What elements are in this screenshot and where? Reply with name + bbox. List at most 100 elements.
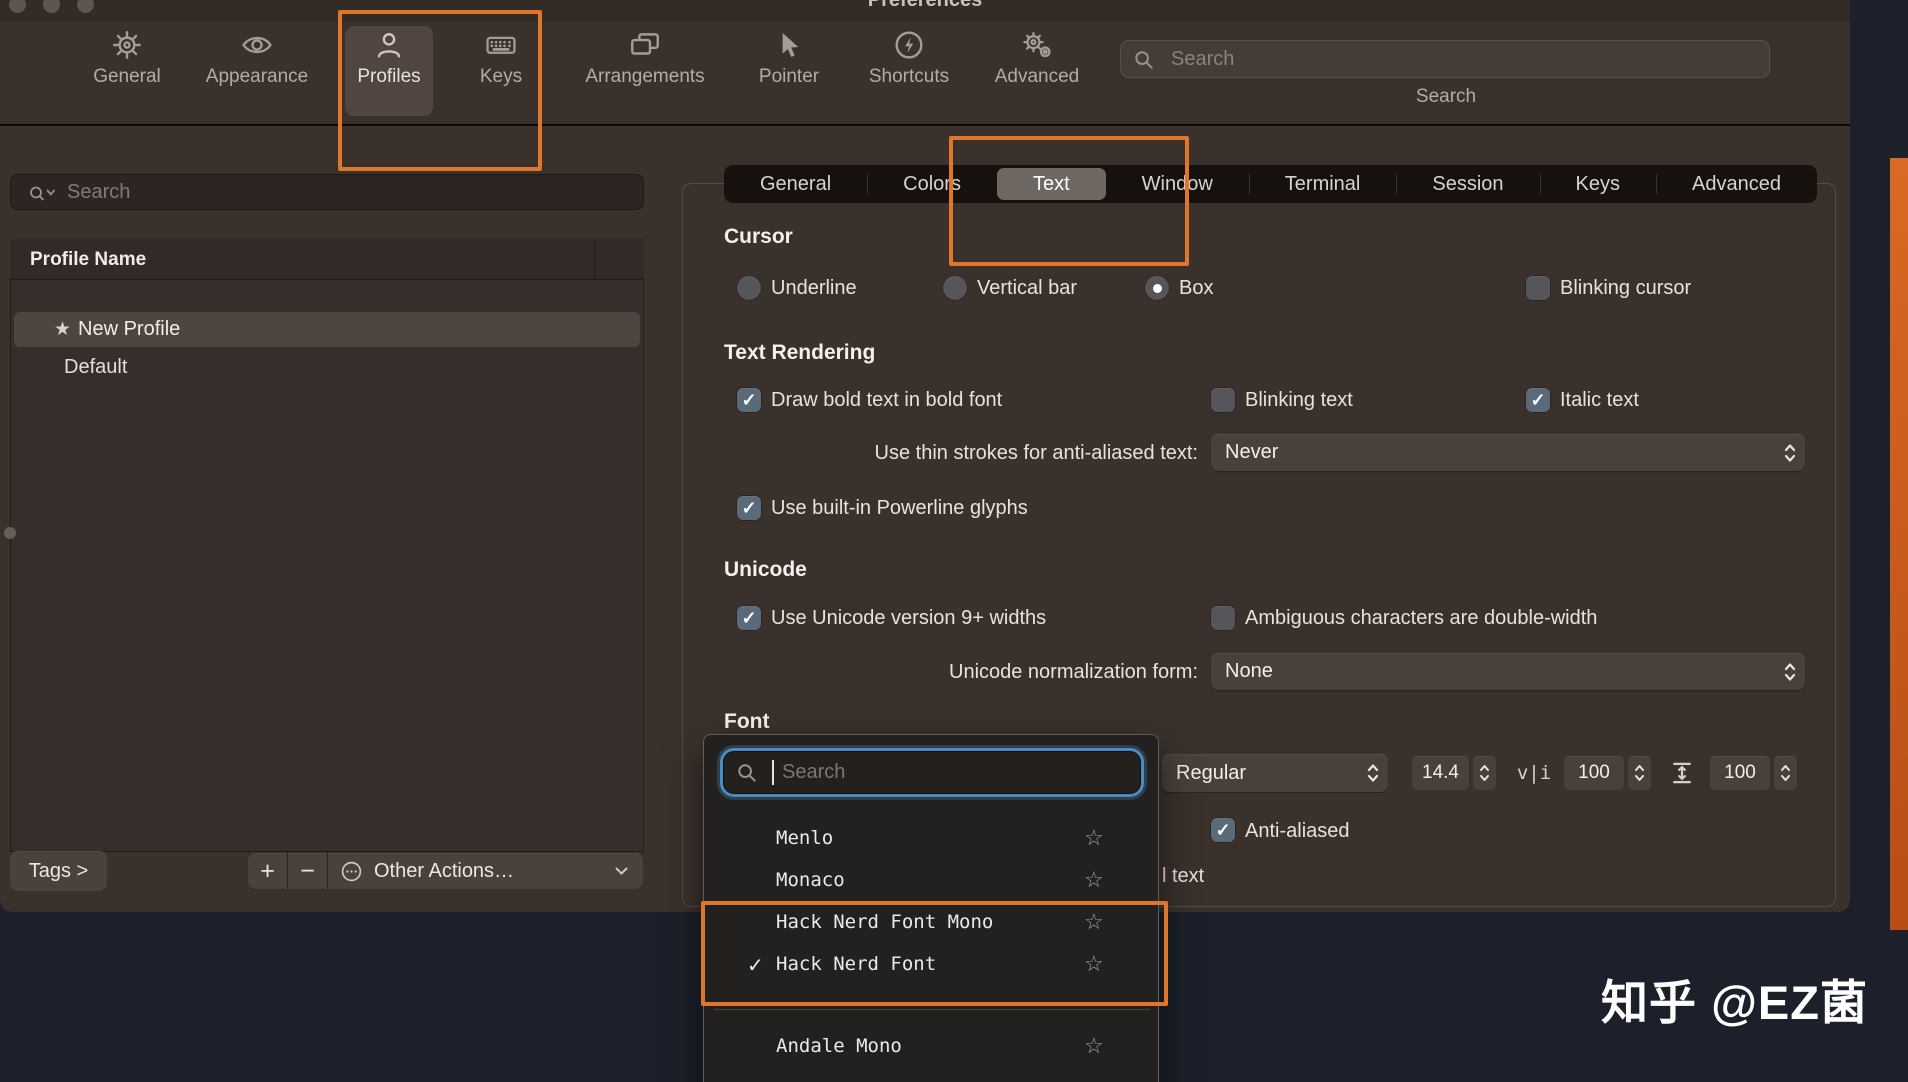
- checkbox-antialiased-label: Anti-aliased: [1245, 820, 1350, 842]
- radio-underline[interactable]: [737, 276, 761, 300]
- toolbar-item-arrangements[interactable]: Arrangements: [575, 28, 715, 88]
- checkbox-unicode9[interactable]: [737, 606, 761, 630]
- tab-advanced[interactable]: Advanced: [1655, 165, 1817, 203]
- tags-button-label: Tags >: [28, 859, 89, 882]
- tab-terminal[interactable]: Terminal: [1248, 165, 1397, 203]
- font-style-value: Regular: [1176, 761, 1247, 784]
- font-row-andale-mono[interactable]: Andale Mono ☆: [704, 1032, 1160, 1062]
- font-row-menlo[interactable]: Menlo ☆: [704, 824, 1160, 854]
- font-picker-search-input[interactable]: [724, 752, 1140, 793]
- tab-colors[interactable]: Colors: [867, 165, 997, 203]
- add-profile-button[interactable]: +: [248, 853, 287, 889]
- checkbox-blinking-text-label: Blinking text: [1245, 389, 1353, 411]
- toolbar-item-advanced[interactable]: Advanced: [967, 28, 1107, 88]
- remove-profile-button[interactable]: −: [288, 853, 327, 889]
- v-spacing-stepper[interactable]: [1774, 756, 1797, 790]
- tab-keys[interactable]: Keys: [1539, 165, 1656, 203]
- tab-text[interactable]: Text: [996, 168, 1106, 200]
- toolbar-item-label: Shortcuts: [868, 66, 950, 87]
- toolbar-item-label: Advanced: [994, 66, 1080, 87]
- checkbox-powerline[interactable]: [737, 496, 761, 520]
- sidebar-search-field[interactable]: [10, 174, 644, 210]
- checkbox-blinking-text[interactable]: [1211, 388, 1235, 412]
- gears-icon: [1023, 31, 1051, 58]
- font-row-monaco[interactable]: Monaco ☆: [704, 866, 1160, 896]
- checkbox-powerline-label: Use built-in Powerline glyphs: [771, 497, 1028, 519]
- font-heading: Font: [724, 710, 770, 733]
- ellipsis-circle-icon: [341, 861, 362, 881]
- h-spacing-value[interactable]: 100: [1564, 756, 1624, 790]
- font-style-popup[interactable]: Regular: [1162, 754, 1388, 792]
- star-icon[interactable]: ☆: [1084, 909, 1104, 935]
- star-icon[interactable]: ☆: [1084, 1033, 1104, 1059]
- other-actions-button[interactable]: Other Actions…: [328, 853, 643, 889]
- star-icon[interactable]: ☆: [1084, 951, 1104, 977]
- font-row-hack-nerd-font-mono[interactable]: Hack Nerd Font Mono ☆: [704, 908, 1160, 938]
- star-icon[interactable]: ☆: [1084, 867, 1104, 893]
- font-size-value[interactable]: 14.4: [1412, 756, 1469, 790]
- profile-actions-bar: + − Other Actions…: [248, 853, 643, 889]
- font-row-hack-nerd-font[interactable]: ✓ Hack Nerd Font ☆: [704, 950, 1160, 980]
- checkbox-ambiguous-width[interactable]: [1211, 606, 1235, 630]
- toolbar-item-label: Arrangements: [585, 66, 705, 87]
- screen: Preferences General Appearance Profiles …: [0, 0, 1908, 1082]
- toolbar-item-keys[interactable]: Keys: [431, 28, 571, 88]
- plus-icon: +: [260, 856, 275, 885]
- watermark: 知乎 @EZ菌: [1601, 976, 1868, 1029]
- profile-row-default[interactable]: Default: [64, 352, 127, 382]
- gear-icon: [113, 31, 141, 59]
- font-size-stepper[interactable]: [1473, 756, 1496, 790]
- window-title: Preferences: [867, 0, 983, 11]
- updown-chevron-icon: [1367, 764, 1379, 782]
- toolbar-item-shortcuts[interactable]: Shortcuts: [839, 28, 979, 88]
- profile-star-icon: ★: [54, 319, 72, 340]
- toolbar-item-appearance[interactable]: Appearance: [187, 28, 327, 88]
- radio-vertical-bar-label: Vertical bar: [977, 277, 1078, 299]
- vertical-spacing-icon: [1673, 762, 1691, 784]
- cursor-icon: [782, 32, 799, 58]
- thin-strokes-popup[interactable]: Never: [1211, 434, 1805, 471]
- horizontal-spacing-icon: v|i: [1516, 762, 1552, 784]
- radio-box[interactable]: [1145, 276, 1169, 300]
- tab-window[interactable]: Window: [1106, 165, 1249, 203]
- v-spacing-value[interactable]: 100: [1710, 756, 1770, 790]
- radio-vertical-bar[interactable]: [943, 276, 967, 300]
- normalization-label: Unicode normalization form:: [949, 661, 1198, 683]
- toolbar-search-field[interactable]: [1120, 40, 1770, 78]
- toolbar-search-input[interactable]: [1121, 41, 1769, 77]
- checkbox-italic-text[interactable]: [1526, 388, 1550, 412]
- person-icon: [377, 33, 401, 58]
- thin-strokes-value: Never: [1225, 441, 1279, 463]
- normalization-value: None: [1225, 660, 1273, 682]
- star-icon[interactable]: ☆: [1084, 825, 1104, 851]
- windows-icon: [631, 33, 659, 55]
- profile-tab-bar: General Colors Text Window Terminal Sess…: [724, 165, 1817, 203]
- font-picker-search-field[interactable]: [724, 752, 1140, 793]
- radio-underline-label: Underline: [771, 277, 857, 299]
- stepper-arrows-icon: [1781, 765, 1790, 781]
- toolbar-item-pointer[interactable]: Pointer: [719, 28, 859, 88]
- checkbox-unicode9-label: Use Unicode version 9+ widths: [771, 607, 1047, 629]
- h-spacing-stepper[interactable]: [1628, 756, 1651, 790]
- tab-session[interactable]: Session: [1396, 165, 1539, 203]
- tab-general[interactable]: General: [724, 165, 867, 203]
- window-edge-dot: [4, 527, 16, 539]
- updown-chevron-icon: [1784, 662, 1796, 681]
- other-actions-label: Other Actions…: [374, 859, 515, 882]
- list-divider: [714, 1009, 1150, 1010]
- checkbox-antialiased[interactable]: [1211, 818, 1235, 842]
- column-divider: [594, 240, 595, 280]
- sidebar-search-input[interactable]: [11, 175, 643, 209]
- checkbox-draw-bold[interactable]: [737, 388, 761, 412]
- profile-row-name: New Profile: [78, 318, 181, 340]
- bolt-icon: [895, 31, 923, 59]
- radio-box-label: Box: [1179, 277, 1214, 299]
- toolbar-item-general[interactable]: General: [57, 28, 197, 88]
- checkbox-blinking-cursor-label: Blinking cursor: [1560, 277, 1692, 299]
- normalization-popup[interactable]: None: [1211, 653, 1805, 690]
- checkbox-ambiguous-width-label: Ambiguous characters are double-width: [1245, 607, 1598, 629]
- toolbar-item-label: Keys: [479, 66, 523, 87]
- checkbox-blinking-cursor[interactable]: [1526, 276, 1550, 300]
- toolbar-divider: [0, 124, 1850, 126]
- tags-button[interactable]: Tags >: [10, 851, 107, 891]
